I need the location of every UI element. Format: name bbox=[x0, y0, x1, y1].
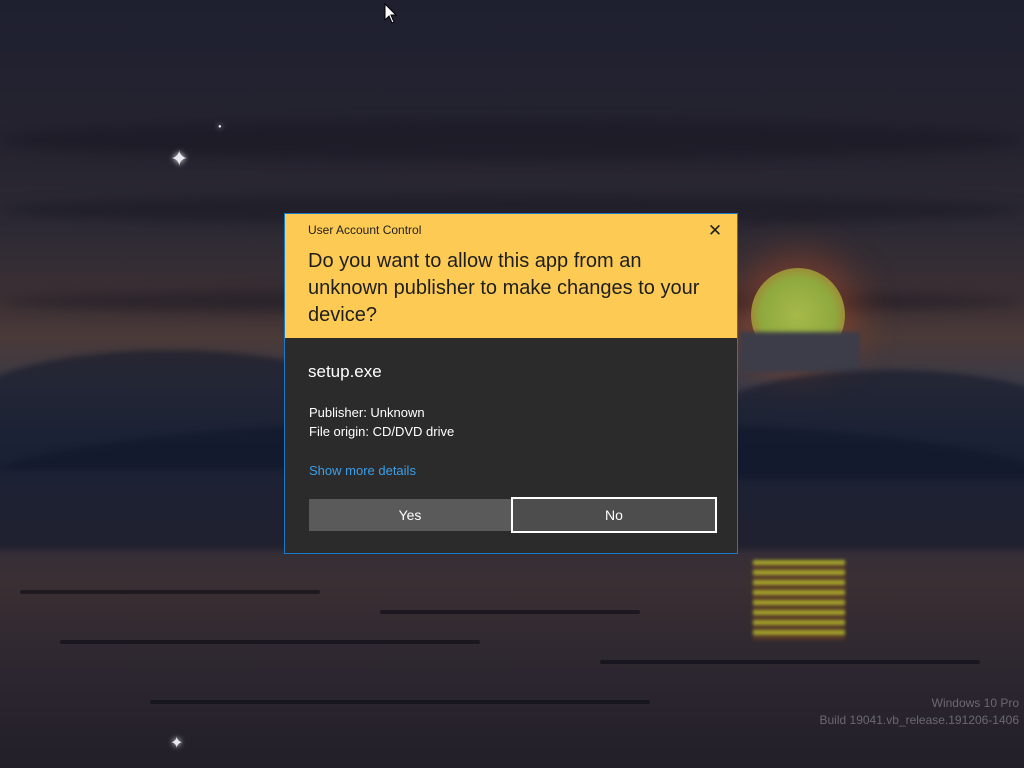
app-name: setup.exe bbox=[308, 362, 382, 381]
sun-reflection bbox=[753, 560, 845, 640]
water-ripple bbox=[60, 640, 480, 644]
uac-header: User Account Control ✕ Do you want to al… bbox=[285, 214, 737, 338]
watermark-edition: Windows 10 Pro bbox=[931, 696, 1019, 710]
uac-dialog: User Account Control ✕ Do you want to al… bbox=[284, 213, 738, 554]
dialog-title: User Account Control bbox=[308, 223, 422, 237]
no-button[interactable]: No bbox=[511, 497, 717, 533]
show-more-details-link[interactable]: Show more details bbox=[309, 463, 416, 478]
windows-watermark: Windows 10 Pro Build 19041.vb_release.19… bbox=[820, 695, 1020, 729]
yes-button[interactable]: Yes bbox=[309, 499, 511, 531]
cloud-band bbox=[0, 120, 1024, 160]
water-ripple bbox=[150, 700, 650, 704]
close-icon[interactable]: ✕ bbox=[703, 219, 727, 243]
water-ripple bbox=[20, 590, 320, 594]
file-origin-text: File origin: CD/DVD drive bbox=[309, 424, 455, 439]
uac-question: Do you want to allow this app from an un… bbox=[308, 250, 700, 326]
water-ripple bbox=[380, 610, 640, 614]
uac-body: setup.exe Publisher: Unknown File origin… bbox=[285, 338, 737, 553]
star-icon: ✦ bbox=[170, 146, 189, 171]
desktop-background: ✦ ● ✦ Windows 10 Pro Build 19041.vb_rele… bbox=[0, 0, 1024, 768]
publisher-text: Publisher: Unknown bbox=[309, 405, 425, 420]
water-ripple bbox=[600, 660, 980, 664]
watermark-build: Build 19041.vb_release.191206-1406 bbox=[819, 713, 1020, 727]
star-icon: ● bbox=[218, 124, 222, 130]
star-icon: ✦ bbox=[170, 735, 184, 752]
mouse-cursor-icon bbox=[384, 3, 398, 24]
horizon-cloud bbox=[740, 332, 860, 372]
